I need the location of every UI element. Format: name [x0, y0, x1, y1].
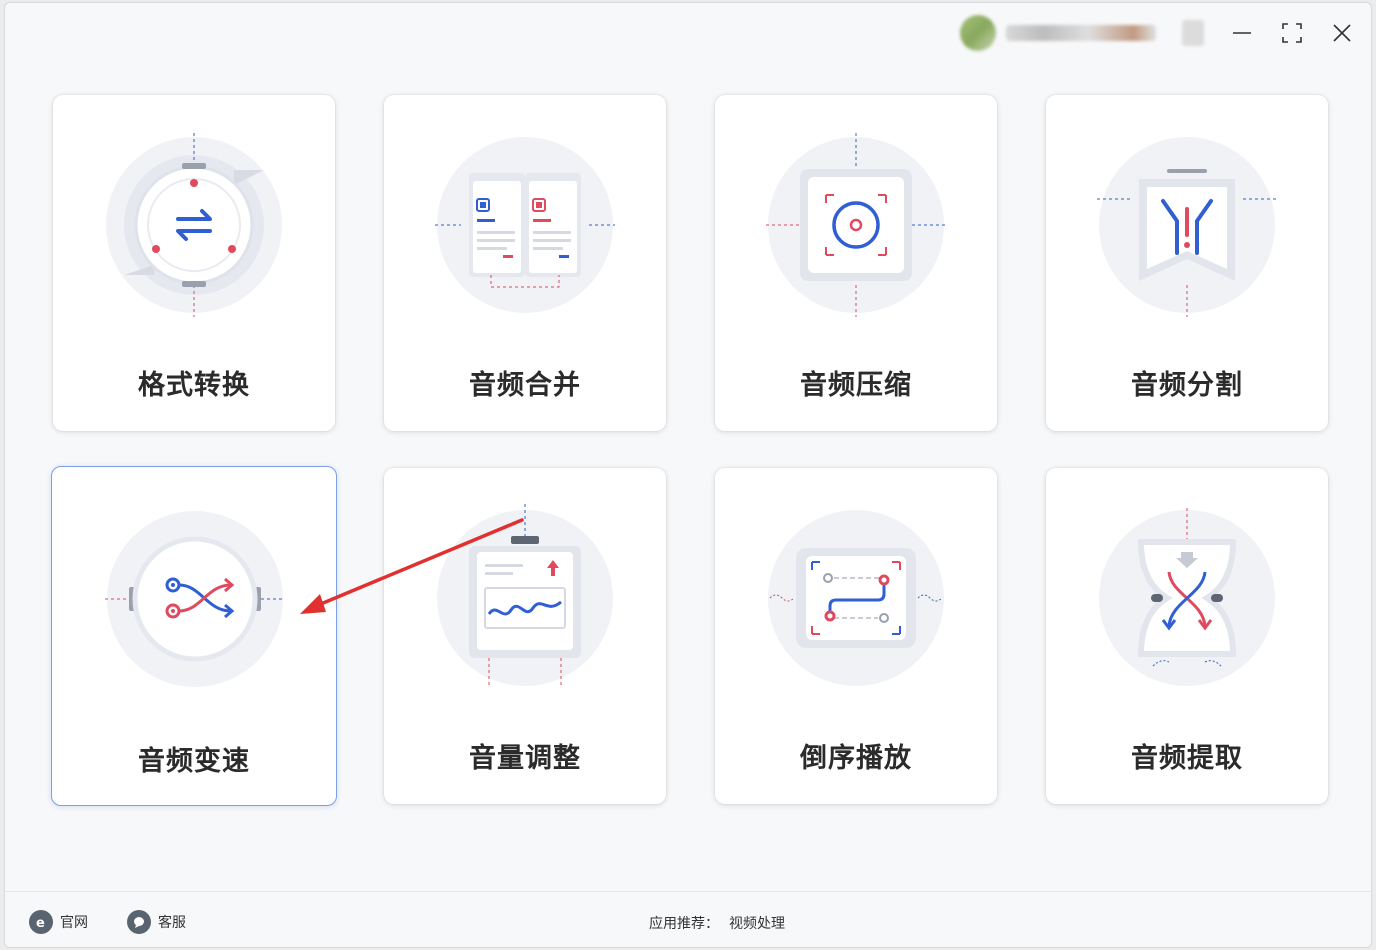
card-reverse-play[interactable]: 倒序播放 [715, 468, 997, 804]
card-label: 音频合并 [469, 370, 581, 401]
audio-split-icon [1097, 137, 1277, 317]
recommend-app-link[interactable]: 视频处理 [729, 916, 785, 932]
website-label: 官网 [60, 915, 88, 931]
reverse-play-icon [768, 510, 944, 686]
card-label: 音频提取 [1131, 743, 1243, 774]
chat-icon [127, 910, 151, 934]
card-label: 音频分割 [1131, 370, 1243, 401]
card-label: 音频变速 [138, 746, 250, 777]
card-audio-split[interactable]: 音频分割 [1046, 95, 1328, 431]
audio-speed-icon [105, 511, 285, 687]
title-bar [5, 3, 1371, 63]
card-label: 格式转换 [138, 370, 250, 401]
audio-extract-icon [1099, 508, 1275, 686]
avatar[interactable] [960, 15, 996, 51]
support-link[interactable]: 客服 [127, 910, 186, 934]
menu-icon[interactable] [1182, 20, 1204, 46]
app-recommendation: 应用推荐： 视频处理 [649, 913, 785, 933]
card-label: 倒序播放 [800, 743, 912, 774]
card-audio-speed[interactable]: 音频变速 [51, 466, 337, 806]
card-label: 音量调整 [469, 743, 581, 774]
recommend-prefix: 应用推荐： [649, 916, 719, 932]
card-format-convert[interactable]: 格式转换 [53, 95, 335, 431]
card-audio-merge[interactable]: 音频合并 [384, 95, 666, 431]
footer-bar: e 官网 客服 应用推荐： 视频处理 [5, 891, 1371, 947]
card-audio-compress[interactable]: 音频压缩 [715, 95, 997, 431]
card-label: 音频压缩 [800, 370, 912, 401]
maximize-button[interactable] [1274, 15, 1310, 51]
close-button[interactable] [1324, 15, 1360, 51]
audio-compress-icon [766, 133, 946, 317]
username-blurred [1006, 25, 1156, 41]
audio-merge-icon [435, 137, 615, 313]
card-audio-extract[interactable]: 音频提取 [1046, 468, 1328, 804]
website-link[interactable]: e 官网 [29, 910, 88, 934]
minimize-button[interactable] [1224, 15, 1260, 51]
maximize-icon [1282, 23, 1302, 43]
format-convert-icon [106, 133, 282, 317]
minimize-icon [1233, 32, 1251, 34]
app-window: 格式转换 音频合并 音频压缩 音频分割 音频变速 音量调整 倒序播放 音频提取 … [4, 2, 1372, 948]
svg-text:e: e [36, 916, 45, 930]
card-volume-adjust[interactable]: 音量调整 [384, 468, 666, 804]
browser-icon: e [29, 910, 53, 934]
support-label: 客服 [158, 915, 186, 931]
user-account[interactable] [960, 15, 1204, 51]
volume-adjust-icon [437, 504, 613, 688]
close-icon [1333, 24, 1351, 42]
